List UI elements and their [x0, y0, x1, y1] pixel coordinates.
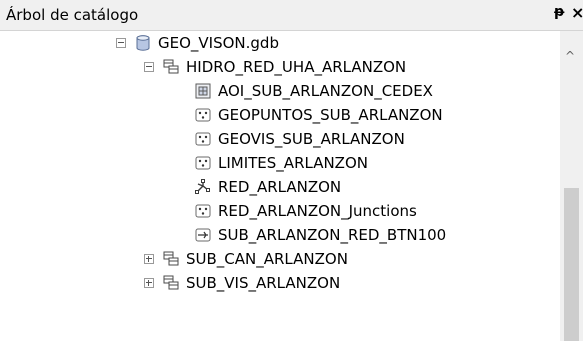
feature-dataset-icon: [163, 59, 179, 74]
tree-node-label: SUB_ARLANZON_RED_BTN100: [218, 226, 447, 244]
tree-node-point-feature-class[interactable]: RED_ARLANZON_Junctions: [194, 199, 417, 223]
tree-node-line-feature-class[interactable]: SUB_ARLANZON_RED_BTN100: [194, 223, 446, 247]
tree-node-point-feature-class[interactable]: LIMITES_ARLANZON: [194, 151, 368, 175]
vertical-scrollbar[interactable]: ^: [560, 31, 583, 341]
point-feature-class-icon: [195, 108, 211, 122]
tree-node-label: GEOVIS_SUB_ARLANZON: [218, 130, 405, 148]
point-feature-class-icon: [195, 204, 211, 218]
expand-toggle[interactable]: [144, 254, 154, 264]
tree-node-point-feature-class[interactable]: GEOPUNTOS_SUB_ARLANZON: [194, 103, 443, 127]
point-feature-class-icon: [195, 132, 211, 146]
tree-node-label: RED_ARLANZON: [218, 178, 342, 196]
tree-node-label: RED_ARLANZON_Junctions: [218, 202, 417, 220]
tree-node-point-feature-class[interactable]: GEOVIS_SUB_ARLANZON: [194, 127, 405, 151]
tree-node-label: GEOPUNTOS_SUB_ARLANZON: [218, 106, 443, 124]
collapse-toggle[interactable]: [116, 38, 126, 48]
scrollbar-thumb[interactable]: [564, 188, 579, 341]
tree-node-label: AOI_SUB_ARLANZON_CEDEX: [218, 82, 433, 100]
tree-node-label: LIMITES_ARLANZON: [218, 154, 368, 172]
line-feature-class-icon: [195, 228, 211, 242]
tree-node-raster[interactable]: AOI_SUB_ARLANZON_CEDEX: [194, 79, 433, 103]
tree-node-feature-dataset[interactable]: HIDRO_RED_UHA_ARLANZON: [144, 55, 406, 79]
tree-node-label: SUB_VIS_ARLANZON: [186, 274, 341, 292]
expand-toggle[interactable]: [144, 278, 154, 288]
feature-dataset-icon: [163, 275, 179, 290]
scroll-up-arrow-icon[interactable]: ^: [565, 49, 575, 63]
collapse-toggle[interactable]: [144, 62, 154, 72]
catalog-tree: GEO_VISON.gdb HIDRO_RED_UHA_ARLANZON AOI…: [0, 31, 560, 341]
tree-node-geometric-network[interactable]: RED_ARLANZON: [194, 175, 341, 199]
tree-node-feature-dataset[interactable]: SUB_CAN_ARLANZON: [144, 247, 348, 271]
point-feature-class-icon: [195, 156, 211, 170]
feature-dataset-icon: [163, 251, 179, 266]
panel-title: Árbol de catálogo: [6, 6, 139, 24]
catalog-tree-titlebar: Árbol de catálogo ᵽ ×: [0, 0, 583, 31]
tree-node-label: HIDRO_RED_UHA_ARLANZON: [186, 58, 407, 76]
tree-node-feature-dataset[interactable]: SUB_VIS_ARLANZON: [144, 271, 340, 295]
raster-icon: [195, 83, 211, 99]
tree-node-label: SUB_CAN_ARLANZON: [186, 250, 348, 268]
pin-icon[interactable]: ᵽ: [554, 4, 564, 20]
tree-node-geodatabase[interactable]: GEO_VISON.gdb: [116, 31, 279, 55]
geodatabase-icon: [136, 35, 150, 51]
tree-node-label: GEO_VISON.gdb: [158, 34, 279, 52]
geometric-network-icon: [195, 179, 210, 194]
close-icon[interactable]: ×: [571, 3, 583, 22]
